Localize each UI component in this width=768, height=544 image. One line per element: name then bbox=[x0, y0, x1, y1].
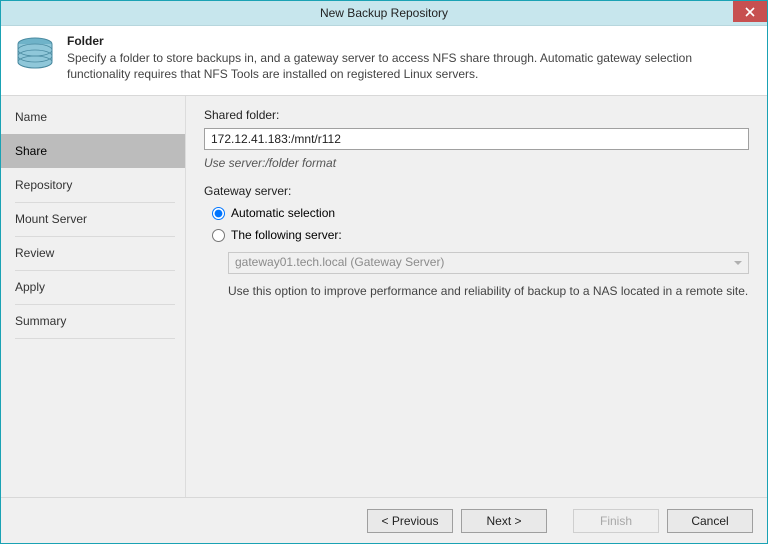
repository-icon bbox=[13, 34, 57, 78]
radio-automatic-label: Automatic selection bbox=[231, 206, 335, 220]
gateway-server-select: gateway01.tech.local (Gateway Server) bbox=[228, 252, 749, 274]
previous-button[interactable]: < Previous bbox=[367, 509, 453, 533]
close-icon bbox=[745, 5, 755, 19]
gateway-server-value: gateway01.tech.local (Gateway Server) bbox=[235, 255, 444, 269]
radio-automatic-input[interactable] bbox=[212, 207, 225, 220]
close-button[interactable] bbox=[733, 1, 767, 22]
shared-folder-label: Shared folder: bbox=[204, 108, 749, 122]
step-mount-server[interactable]: Mount Server bbox=[1, 202, 185, 236]
next-button[interactable]: Next > bbox=[461, 509, 547, 533]
content-panel: Shared folder: Use server:/folder format… bbox=[186, 96, 767, 497]
step-summary[interactable]: Summary bbox=[1, 304, 185, 338]
step-apply[interactable]: Apply bbox=[1, 270, 185, 304]
radio-following[interactable]: The following server: bbox=[204, 226, 749, 244]
page-title: Folder bbox=[67, 34, 755, 48]
window-title: New Backup Repository bbox=[320, 6, 448, 20]
shared-folder-hint: Use server:/folder format bbox=[204, 156, 749, 170]
wizard-body: NameShareRepositoryMount ServerReviewApp… bbox=[1, 96, 767, 497]
step-review[interactable]: Review bbox=[1, 236, 185, 270]
finish-button: Finish bbox=[573, 509, 659, 533]
wizard-footer: < Previous Next > Finish Cancel bbox=[1, 497, 767, 543]
radio-following-label: The following server: bbox=[231, 228, 342, 242]
radio-automatic[interactable]: Automatic selection bbox=[204, 204, 749, 222]
page-description: Specify a folder to store backups in, an… bbox=[67, 50, 755, 82]
cancel-button[interactable]: Cancel bbox=[667, 509, 753, 533]
wizard-window: New Backup Repository Folder Specify a f… bbox=[0, 0, 768, 544]
gateway-server-note: Use this option to improve performance a… bbox=[228, 284, 749, 298]
shared-folder-input[interactable] bbox=[204, 128, 749, 150]
wizard-steps: NameShareRepositoryMount ServerReviewApp… bbox=[1, 96, 186, 497]
step-repository[interactable]: Repository bbox=[1, 168, 185, 202]
titlebar: New Backup Repository bbox=[1, 1, 767, 26]
step-name[interactable]: Name bbox=[1, 100, 185, 134]
step-share[interactable]: Share bbox=[1, 134, 185, 168]
radio-following-input[interactable] bbox=[212, 229, 225, 242]
gateway-label: Gateway server: bbox=[204, 184, 749, 198]
wizard-header: Folder Specify a folder to store backups… bbox=[1, 26, 767, 96]
